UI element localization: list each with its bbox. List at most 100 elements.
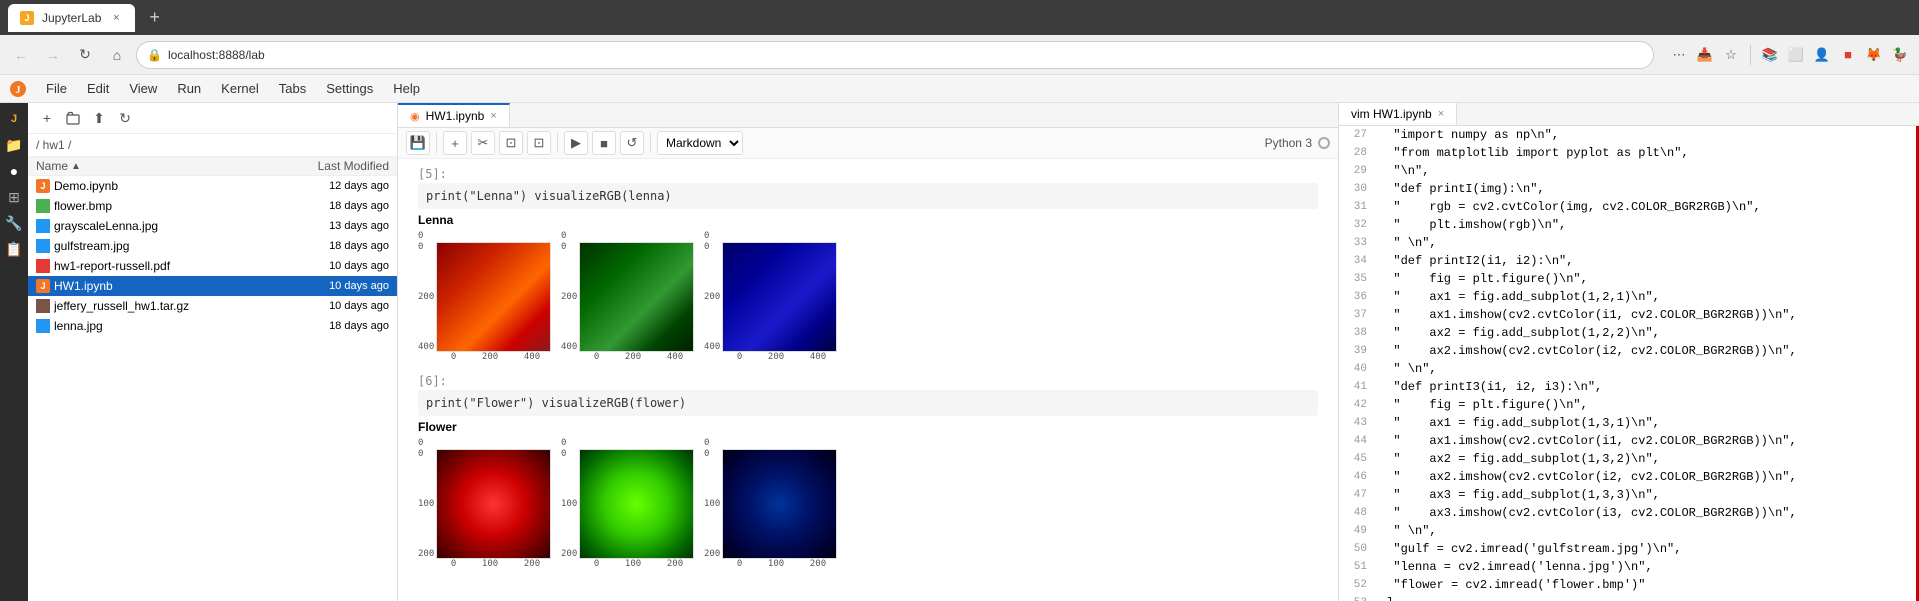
code-line-45: 45 " ax2 = fig.add_subplot(1,3,2)\n",	[1339, 450, 1919, 468]
reload-button[interactable]: ↻	[72, 42, 98, 68]
file-list: JDemo.ipynb12 days agoflower.bmp18 days …	[28, 176, 397, 601]
menu-help[interactable]: Help	[383, 75, 430, 102]
line-content-44: " ax1.imshow(cv2.cvtColor(i1, cv2.COLOR_…	[1375, 432, 1919, 450]
cell-5-input[interactable]: print("Lenna") visualizeRGB(lenna)	[418, 183, 1318, 209]
refresh-button[interactable]: ↻	[114, 107, 136, 129]
addon-icon[interactable]: 🦆	[1889, 44, 1911, 66]
container-icon[interactable]: ■	[1837, 44, 1859, 66]
new-tab-button[interactable]: +	[143, 7, 166, 28]
line-number-38: 38	[1339, 324, 1375, 342]
menu-kernel[interactable]: Kernel	[211, 75, 269, 102]
save-button[interactable]: 💾	[406, 131, 430, 155]
cell-6-images: 0 0100200 0100200	[418, 438, 1318, 569]
back-button[interactable]: ←	[8, 42, 34, 68]
sync-icon[interactable]: ⬜	[1785, 44, 1807, 66]
paste-cell-button[interactable]: ⊡	[527, 131, 551, 155]
file-row-0[interactable]: JDemo.ipynb12 days ago	[28, 176, 397, 196]
browser-tab-close[interactable]: ×	[109, 11, 123, 25]
notebook-tab-close[interactable]: ×	[490, 110, 496, 122]
file-row-6[interactable]: jeffery_russell_hw1.tar.gz10 days ago	[28, 296, 397, 316]
code-line-36: 36 " ax1 = fig.add_subplot(1,2,1)\n",	[1339, 288, 1919, 306]
vim-tab[interactable]: vim HW1.ipynb ×	[1339, 103, 1457, 125]
notebook-tab-label: HW1.ipynb	[426, 109, 485, 123]
vim-tab-close[interactable]: ×	[1438, 108, 1444, 120]
sidebar-tools-icon[interactable]: 🔧	[2, 211, 26, 235]
cell-6: [6]: print("Flower") visualizeRGB(flower…	[418, 374, 1318, 573]
sort-name-button[interactable]: Name ▲	[36, 159, 259, 173]
kernel-name: Python 3	[1265, 136, 1312, 150]
code-line-51: 51 "lenna = cv2.imread('lenna.jpg')\n",	[1339, 558, 1919, 576]
kernel-status-icon	[1318, 137, 1330, 149]
new-launcher-button[interactable]: +	[36, 107, 58, 129]
line-number-44: 44	[1339, 432, 1375, 450]
code-line-44: 44 " ax1.imshow(cv2.cvtColor(i1, cv2.COL…	[1339, 432, 1919, 450]
menu-tabs[interactable]: Tabs	[269, 75, 316, 102]
line-number-41: 41	[1339, 378, 1375, 396]
cell-5-output: Lenna 0 0200400 0200400	[418, 209, 1318, 366]
line-content-40: " \n",	[1375, 360, 1919, 378]
line-content-42: " fig = plt.figure()\n",	[1375, 396, 1919, 414]
add-cell-button[interactable]: +	[443, 131, 467, 155]
sidebar-commands-icon[interactable]: ⊞	[2, 185, 26, 209]
menu-edit[interactable]: Edit	[77, 75, 119, 102]
forward-button[interactable]: →	[40, 42, 66, 68]
cell-5: [5]: print("Lenna") visualizeRGB(lenna) …	[418, 167, 1318, 366]
flower-blue-channel	[722, 449, 837, 559]
line-number-27: 27	[1339, 126, 1375, 144]
editor-content[interactable]: 27 "import numpy as np\n",28 "from matpl…	[1339, 126, 1919, 601]
cell-6-input[interactable]: print("Flower") visualizeRGB(flower)	[418, 390, 1318, 416]
menu-file[interactable]: File	[36, 75, 77, 102]
run-cell-button[interactable]: ▶	[564, 131, 588, 155]
browser-tab[interactable]: J JupyterLab ×	[8, 4, 135, 32]
file-modified-6: 10 days ago	[259, 300, 389, 312]
line-number-40: 40	[1339, 360, 1375, 378]
menu-run[interactable]: Run	[167, 75, 211, 102]
cell-type-select[interactable]: Markdown	[657, 131, 743, 155]
firefox-icon[interactable]: 🦊	[1863, 44, 1885, 66]
bookmarks-list-icon[interactable]: 📚	[1759, 44, 1781, 66]
restart-kernel-button[interactable]: ↺	[620, 131, 644, 155]
stop-kernel-button[interactable]: ■	[592, 131, 616, 155]
bookmark-icon[interactable]: ☆	[1720, 44, 1742, 66]
file-icon-6	[36, 299, 50, 313]
copy-cell-button[interactable]: ⊡	[499, 131, 523, 155]
menu-view[interactable]: View	[119, 75, 167, 102]
line-content-51: "lenna = cv2.imread('lenna.jpg')\n",	[1375, 558, 1919, 576]
file-row-1[interactable]: flower.bmp18 days ago	[28, 196, 397, 216]
file-row-3[interactable]: gulfstream.jpg18 days ago	[28, 236, 397, 256]
file-row-5[interactable]: JHW1.ipynb10 days ago	[28, 276, 397, 296]
notebook-tab-hw1[interactable]: ◉ HW1.ipynb ×	[398, 103, 510, 127]
sidebar-tabs-icon[interactable]: 📋	[2, 237, 26, 261]
new-folder-button[interactable]	[62, 107, 84, 129]
sidebar-running-icon[interactable]: ●	[2, 159, 26, 183]
sidebar-files-icon[interactable]: 📁	[2, 133, 26, 157]
line-number-52: 52	[1339, 576, 1375, 594]
extensions-icon[interactable]: ⋯	[1668, 44, 1690, 66]
column-modified: Last Modified	[259, 159, 389, 173]
file-row-4[interactable]: hw1-report-russell.pdf10 days ago	[28, 256, 397, 276]
file-name-4: hw1-report-russell.pdf	[54, 259, 259, 273]
editor-panel: vim HW1.ipynb × 27 "import numpy as np\n…	[1339, 103, 1919, 601]
file-row-7[interactable]: lenna.jpg18 days ago	[28, 316, 397, 336]
account-icon[interactable]: 👤	[1811, 44, 1833, 66]
home-button[interactable]: ⌂	[104, 42, 130, 68]
cut-cell-button[interactable]: ✂	[471, 131, 495, 155]
line-content-48: " ax3.imshow(cv2.cvtColor(i3, cv2.COLOR_…	[1375, 504, 1919, 522]
lenna-image-group-green: 0 0200400 0200400	[561, 231, 696, 362]
toolbar-separator-1	[436, 133, 437, 153]
line-content-38: " ax2 = fig.add_subplot(1,2,2)\n",	[1375, 324, 1919, 342]
flower-red-channel	[436, 449, 551, 559]
line-content-27: "import numpy as np\n",	[1375, 126, 1919, 144]
menu-settings[interactable]: Settings	[316, 75, 383, 102]
cell-6-output: Flower 0 0100200 0100200	[418, 416, 1318, 573]
file-icon-7	[36, 319, 50, 333]
code-line-29: 29 "\n",	[1339, 162, 1919, 180]
line-number-30: 30	[1339, 180, 1375, 198]
file-row-2[interactable]: grayscaleLenna.jpg13 days ago	[28, 216, 397, 236]
pocket-icon[interactable]: 📥	[1694, 44, 1716, 66]
address-bar[interactable]: 🔒 localhost:8888/lab	[136, 41, 1654, 69]
code-line-47: 47 " ax3 = fig.add_subplot(1,3,3)\n",	[1339, 486, 1919, 504]
code-line-40: 40 " \n",	[1339, 360, 1919, 378]
browser-chrome: J JupyterLab × +	[0, 0, 1919, 35]
upload-button[interactable]: ⬆	[88, 107, 110, 129]
